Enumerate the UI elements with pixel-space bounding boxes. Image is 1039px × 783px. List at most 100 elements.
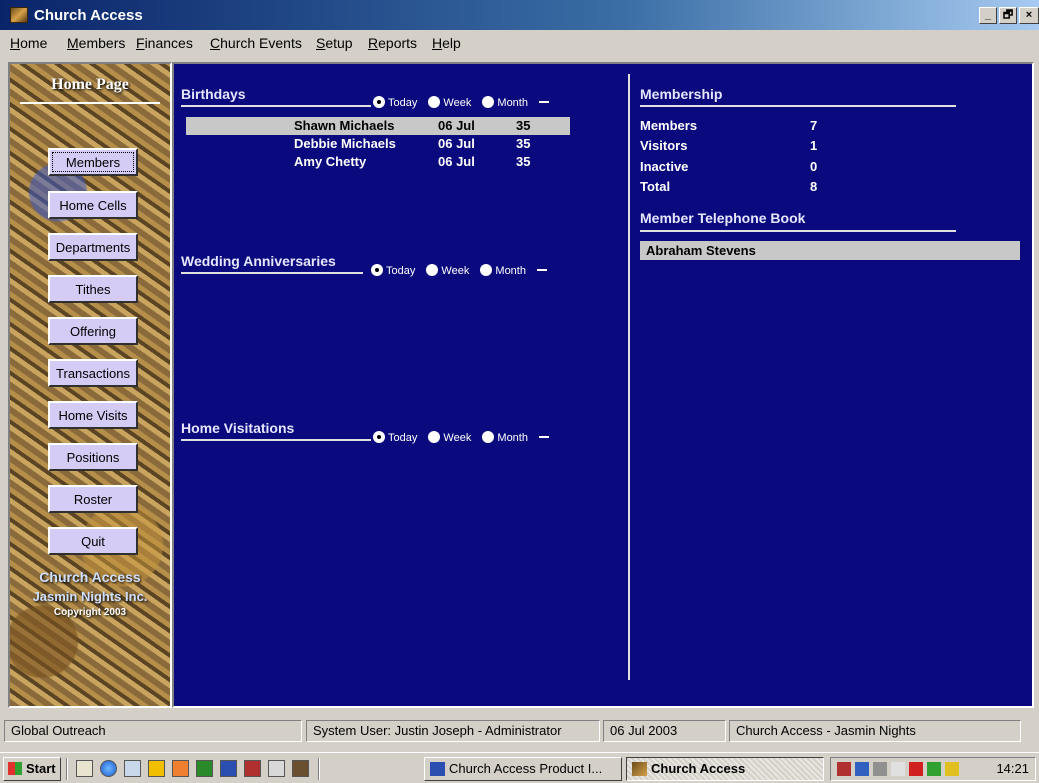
messenger-icon[interactable]	[945, 762, 959, 776]
inactive-count-label: Inactive	[640, 159, 689, 174]
taskbar: Start Church Access Product I... Church …	[0, 752, 1039, 783]
powerpoint-icon[interactable]	[244, 760, 261, 777]
tool-icon[interactable]	[292, 760, 309, 777]
menu-church-events[interactable]: Church Events	[210, 35, 302, 51]
membership-title-underline	[640, 105, 956, 107]
members-count-value: 7	[810, 118, 818, 133]
offering-button[interactable]: Offering	[48, 317, 138, 345]
phonebook-list-item[interactable]: Abraham Stevens	[640, 241, 1020, 260]
quit-button[interactable]: Quit	[48, 527, 138, 555]
dash-icon	[537, 269, 548, 271]
membership-title: Membership	[640, 86, 723, 102]
visitors-count-label: Visitors	[640, 138, 688, 153]
transactions-button[interactable]: Transactions	[48, 359, 138, 387]
tray-tool-icon[interactable]	[873, 762, 887, 776]
dashboard-panel: Birthdays Today Week Month Shawn Michael…	[172, 62, 1034, 708]
members-button[interactable]: Members	[48, 148, 138, 176]
word-icon[interactable]	[220, 760, 237, 777]
visitations-today-radio[interactable]: Today	[373, 431, 425, 444]
positions-button[interactable]: Positions	[48, 443, 138, 471]
total-count-label: Total	[640, 179, 671, 194]
birthdays-week-radio[interactable]: Week	[428, 96, 479, 109]
anniversaries-title-underline	[181, 272, 363, 274]
status-product: Church Access - Jasmin Nights	[729, 720, 1021, 742]
network-icon[interactable]	[855, 762, 869, 776]
start-button[interactable]: Start	[3, 757, 61, 781]
taskbar-separator	[318, 758, 320, 780]
excel-icon[interactable]	[196, 760, 213, 777]
menu-reports[interactable]: Reports	[368, 35, 417, 51]
departments-button[interactable]: Departments	[48, 233, 138, 261]
menu-members[interactable]: Members	[67, 35, 125, 51]
radio-icon	[482, 96, 495, 108]
menu-bar: Home Members Finances Church Events Setu…	[0, 30, 1039, 56]
anniversaries-month-radio[interactable]: Month	[480, 264, 534, 277]
birthdays-title-underline	[181, 105, 371, 107]
settings-icon[interactable]	[268, 760, 285, 777]
radio-selected-icon	[373, 96, 385, 108]
menu-home[interactable]: Home	[10, 35, 47, 51]
windows-logo-icon	[8, 762, 22, 775]
show-desktop-icon[interactable]	[76, 760, 93, 777]
word-document-icon	[430, 762, 445, 776]
visitations-title: Home Visitations	[181, 420, 295, 436]
computer-icon[interactable]	[124, 760, 141, 777]
taskbar-task-product[interactable]: Church Access Product I...	[424, 757, 622, 781]
visitations-week-radio[interactable]: Week	[428, 431, 479, 444]
home-cells-button[interactable]: Home Cells	[48, 191, 138, 219]
birthdays-today-radio[interactable]: Today	[373, 96, 425, 109]
phonebook-title-underline	[640, 230, 956, 232]
sidebar: Home Page Members Home Cells Departments…	[8, 62, 172, 708]
taskbar-task-church-access[interactable]: Church Access	[626, 757, 824, 781]
visitations-period-options: Today Week Month	[373, 431, 550, 444]
status-organization: Global Outreach	[4, 720, 302, 742]
tray-app-icon[interactable]	[837, 762, 851, 776]
security-icon[interactable]	[927, 762, 941, 776]
tray-status-icon[interactable]	[909, 762, 923, 776]
tithes-button[interactable]: Tithes	[48, 275, 138, 303]
internet-explorer-icon[interactable]	[100, 760, 117, 777]
clock[interactable]: 14:21	[996, 761, 1029, 776]
list-item[interactable]: Shawn Michaels 06 Jul 35	[186, 117, 570, 135]
volume-icon[interactable]	[891, 762, 905, 776]
outlook-icon[interactable]	[148, 760, 165, 777]
status-bar: Global Outreach System User: Justin Jose…	[0, 716, 1039, 746]
visitations-month-radio[interactable]: Month	[482, 431, 536, 444]
birthdays-list: Shawn Michaels 06 Jul 35 Debbie Michaels…	[186, 117, 570, 171]
anniversaries-week-radio[interactable]: Week	[426, 264, 477, 277]
close-button[interactable]: ×	[1019, 7, 1039, 24]
brand-name: Church Access	[39, 569, 141, 585]
phonebook-title: Member Telephone Book	[640, 210, 806, 226]
dash-icon	[539, 436, 550, 438]
birthdays-month-radio[interactable]: Month	[482, 96, 536, 109]
visitors-count-value: 1	[810, 138, 818, 153]
title-bar: Church Access _ 🗗 ×	[0, 0, 1039, 30]
media-player-icon[interactable]	[172, 760, 189, 777]
menu-finances[interactable]: Finances	[136, 35, 193, 51]
radio-icon	[480, 264, 493, 276]
menu-help[interactable]: Help	[432, 35, 461, 51]
list-item[interactable]: Debbie Michaels 06 Jul 35	[186, 135, 570, 153]
radio-icon	[426, 264, 439, 276]
window-title: Church Access	[34, 7, 143, 24]
sidebar-title: Home Page	[51, 76, 129, 93]
vertical-divider	[628, 74, 630, 680]
birthdays-period-options: Today Week Month	[373, 96, 550, 109]
copyright: Copyright 2003	[53, 607, 127, 618]
radio-icon	[482, 431, 495, 443]
roster-button[interactable]: Roster	[48, 485, 138, 513]
maximize-button[interactable]: 🗗	[999, 7, 1017, 24]
menu-setup[interactable]: Setup	[316, 35, 353, 51]
radio-icon	[428, 96, 441, 108]
home-visits-button[interactable]: Home Visits	[48, 401, 138, 429]
anniversaries-today-radio[interactable]: Today	[371, 264, 423, 277]
dash-icon	[539, 101, 550, 103]
radio-selected-icon	[373, 431, 385, 443]
radio-icon	[428, 431, 441, 443]
list-item[interactable]: Amy Chetty 06 Jul 35	[186, 153, 570, 171]
minimize-button[interactable]: _	[979, 7, 997, 24]
inactive-count-value: 0	[810, 159, 818, 174]
brand-company: Jasmin Nights Inc.	[32, 589, 148, 604]
church-access-app-icon	[632, 762, 647, 776]
visitations-title-underline	[181, 439, 371, 441]
